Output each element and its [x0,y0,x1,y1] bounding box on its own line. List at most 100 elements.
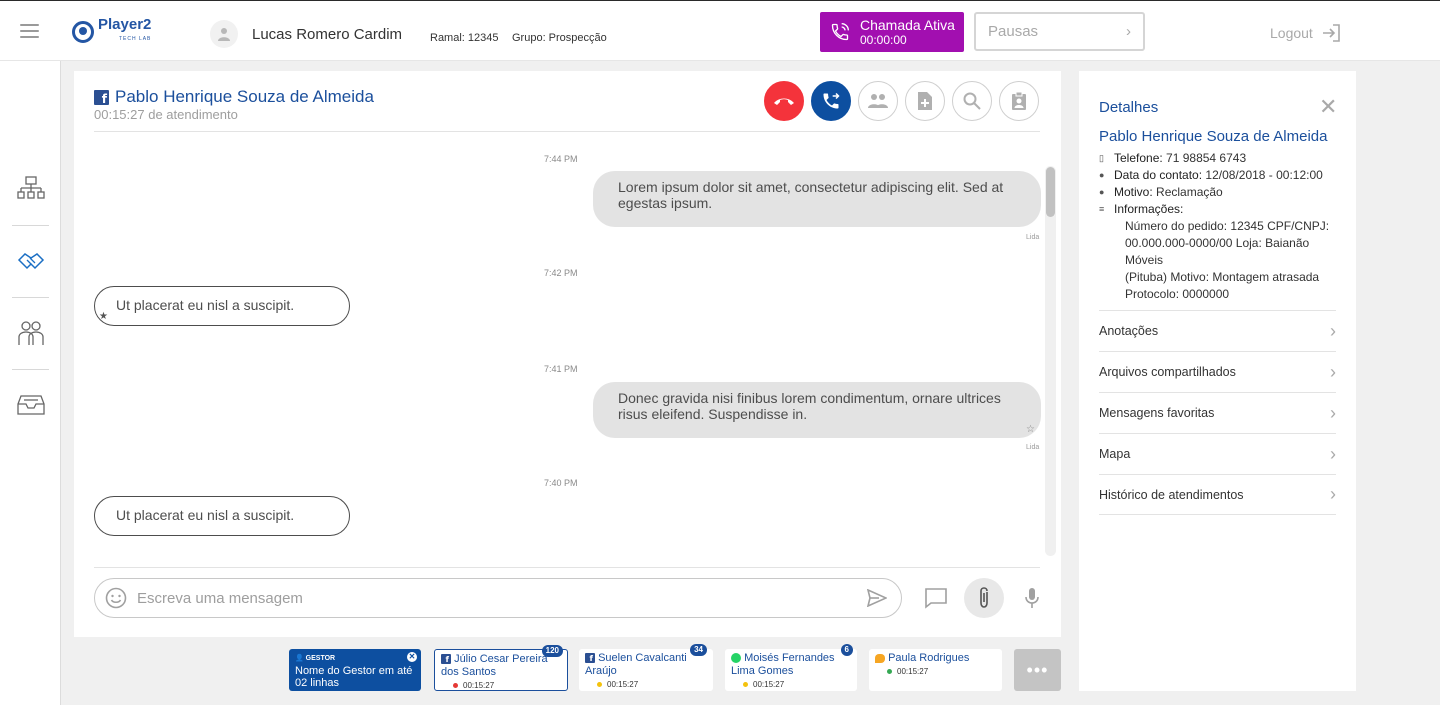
message-text: Donec gravida nisi finibus lorem condime… [618,390,1001,406]
list-icon: ≡ [1099,204,1105,214]
facebook-icon: f [441,654,451,664]
logout-button[interactable]: Logout [1270,24,1341,42]
send-icon[interactable] [867,589,887,607]
message-incoming[interactable]: Ut placerat eu nisl a suscipit. [94,496,350,536]
group-button[interactable] [858,81,898,121]
motivo-label: Motivo: [1114,185,1153,199]
telefone-label: Telefone: [1114,151,1163,165]
details-item-label: Mensagens favoritas [1099,406,1215,420]
favorite-star-icon[interactable]: ★ [99,311,108,322]
status-dot [453,683,458,689]
call-label: Chamada Ativa [860,16,955,33]
quick-reply-button[interactable] [916,578,956,618]
logo-sub: TECH LAB [118,36,152,42]
sidebar-item-team[interactable] [12,297,49,369]
contact-card-button[interactable] [999,81,1039,121]
telefone-value: 71 98854 6743 [1166,151,1247,165]
active-call-button[interactable]: Chamada Ativa 00:00:00 [820,12,964,52]
scroll-thumb[interactable] [1046,167,1055,217]
contact-header: f Pablo Henrique Souza de Almeida [94,87,374,107]
message-time: 7:41 PM [544,364,578,374]
question-icon: ● [1099,187,1105,197]
add-document-icon [918,92,932,110]
emoji-icon[interactable] [105,587,127,609]
pausas-dropdown[interactable]: Pausas › [974,12,1145,51]
card-name: Júlio Cesar Pereira dos Santos [441,653,548,678]
card-time: 00:15:27 [753,680,785,689]
hangup-button[interactable] [764,81,804,121]
motivo-value: Reclamação [1156,185,1223,199]
details-contact-name: Pablo Henrique Souza de Almeida [1099,128,1328,145]
microphone-icon [1025,588,1039,608]
sidebar-item-deals[interactable] [12,225,49,297]
call-time: 00:00:00 [860,32,907,47]
details-item-historico[interactable]: Histórico de atendimentos › [1099,474,1336,515]
info-line: 00.000.000-0000/00 Loja: Baianão Móveis [1125,236,1310,267]
logout-icon [1322,24,1340,42]
conversation-card[interactable]: 6 Moisés Fernandes Lima Gomes 00:15:27 [725,644,857,691]
contact-name: Pablo Henrique Souza de Almeida [115,87,374,106]
search-icon [963,92,981,110]
details-item-anotacoes[interactable]: Anotações › [1099,310,1336,351]
message-text: Ut placerat eu nisl a suscipit. [116,297,295,313]
org-chart-icon [16,176,45,199]
message-incoming[interactable]: Ut placerat eu nisl a suscipit. [94,286,350,326]
composer-divider [94,567,1040,568]
attach-button[interactable] [964,578,1004,618]
attendance-timer: 00:15:27 de atendimento [94,107,238,122]
status-dot [597,682,602,688]
details-item-label: Mapa [1099,447,1131,461]
details-item-mapa[interactable]: Mapa › [1099,433,1336,474]
more-icon: ••• [1026,659,1049,680]
search-button[interactable] [952,81,992,121]
close-icon[interactable]: ✕ [407,652,417,662]
group-icon [868,94,888,108]
status-dot [743,682,748,688]
microphone-button[interactable] [1012,578,1052,618]
more-conversations-button[interactable]: ••• [1014,649,1061,691]
chat-actions [764,81,1039,121]
header-divider [94,131,1040,132]
message-outgoing[interactable]: Lorem ipsum dolor sit amet, consectetur … [593,171,1041,227]
logo-mark-icon [72,21,94,43]
details-item-favoritas[interactable]: Mensagens favoritas › [1099,392,1336,433]
agent-name: Lucas Romero Cardim [252,26,403,43]
gestor-card[interactable]: 👤 GESTOR Nome do Gestor em até 02 linhas… [289,649,421,691]
details-title: Detalhes [1099,99,1159,116]
chevron-right-icon: › [1330,361,1336,382]
info-line: (Pituba) Motivo: Montagem atrasada [1125,270,1320,284]
whatsapp-icon [731,653,741,664]
conversation-card[interactable]: Paula Rodrigues 00:15:27 [869,649,1002,691]
pausas-label: Pausas [988,23,1039,40]
user-icon: 👤 [295,655,304,662]
chat-icon [875,653,885,663]
message-outgoing[interactable]: Donec gravida nisi finibus lorem condime… [593,382,1041,438]
message-list: 7:44 PM Lorem ipsum dolor sit amet, cons… [74,133,1061,567]
details-menu: Anotações › Arquivos compartilhados › Mens… [1099,310,1336,515]
favorite-star-icon[interactable]: ☆ [1026,424,1035,435]
read-status: Lida [1026,444,1040,451]
add-document-button[interactable] [905,81,945,121]
conversation-card[interactable]: 34 f Suelen Cavalcanti Araújo 00:15:27 [579,644,713,691]
chevron-right-icon: › [1330,443,1336,464]
message-text: egestas ipsum. [618,195,713,211]
transfer-call-button[interactable] [811,81,851,121]
chevron-right-icon: › [1330,320,1336,341]
card-name: Moisés Fernandes Lima Gomes [731,652,835,677]
scrollbar[interactable] [1045,166,1056,556]
details-panel: Detalhes ✕ Pablo Henrique Souza de Almei… [1079,71,1356,691]
data-label: Data do contato: [1114,168,1203,182]
sidebar-item-inbox[interactable] [12,369,49,441]
menu-icon[interactable] [20,24,39,42]
conversation-card[interactable]: 120 f Júlio Cesar Pereira dos Santos 00:… [434,645,568,691]
avatar[interactable] [210,20,238,48]
details-item-label: Anotações [1099,324,1159,338]
info-line: Protocolo: 0000000 [1125,287,1230,301]
message-time: 7:40 PM [544,478,578,488]
message-input[interactable] [137,589,867,607]
details-item-arquivos[interactable]: Arquivos compartilhados › [1099,351,1336,392]
hangup-icon [774,98,794,105]
clock-icon: ● [1099,170,1105,180]
sidebar-item-org[interactable] [12,153,49,225]
close-icon[interactable]: ✕ [1319,96,1337,118]
